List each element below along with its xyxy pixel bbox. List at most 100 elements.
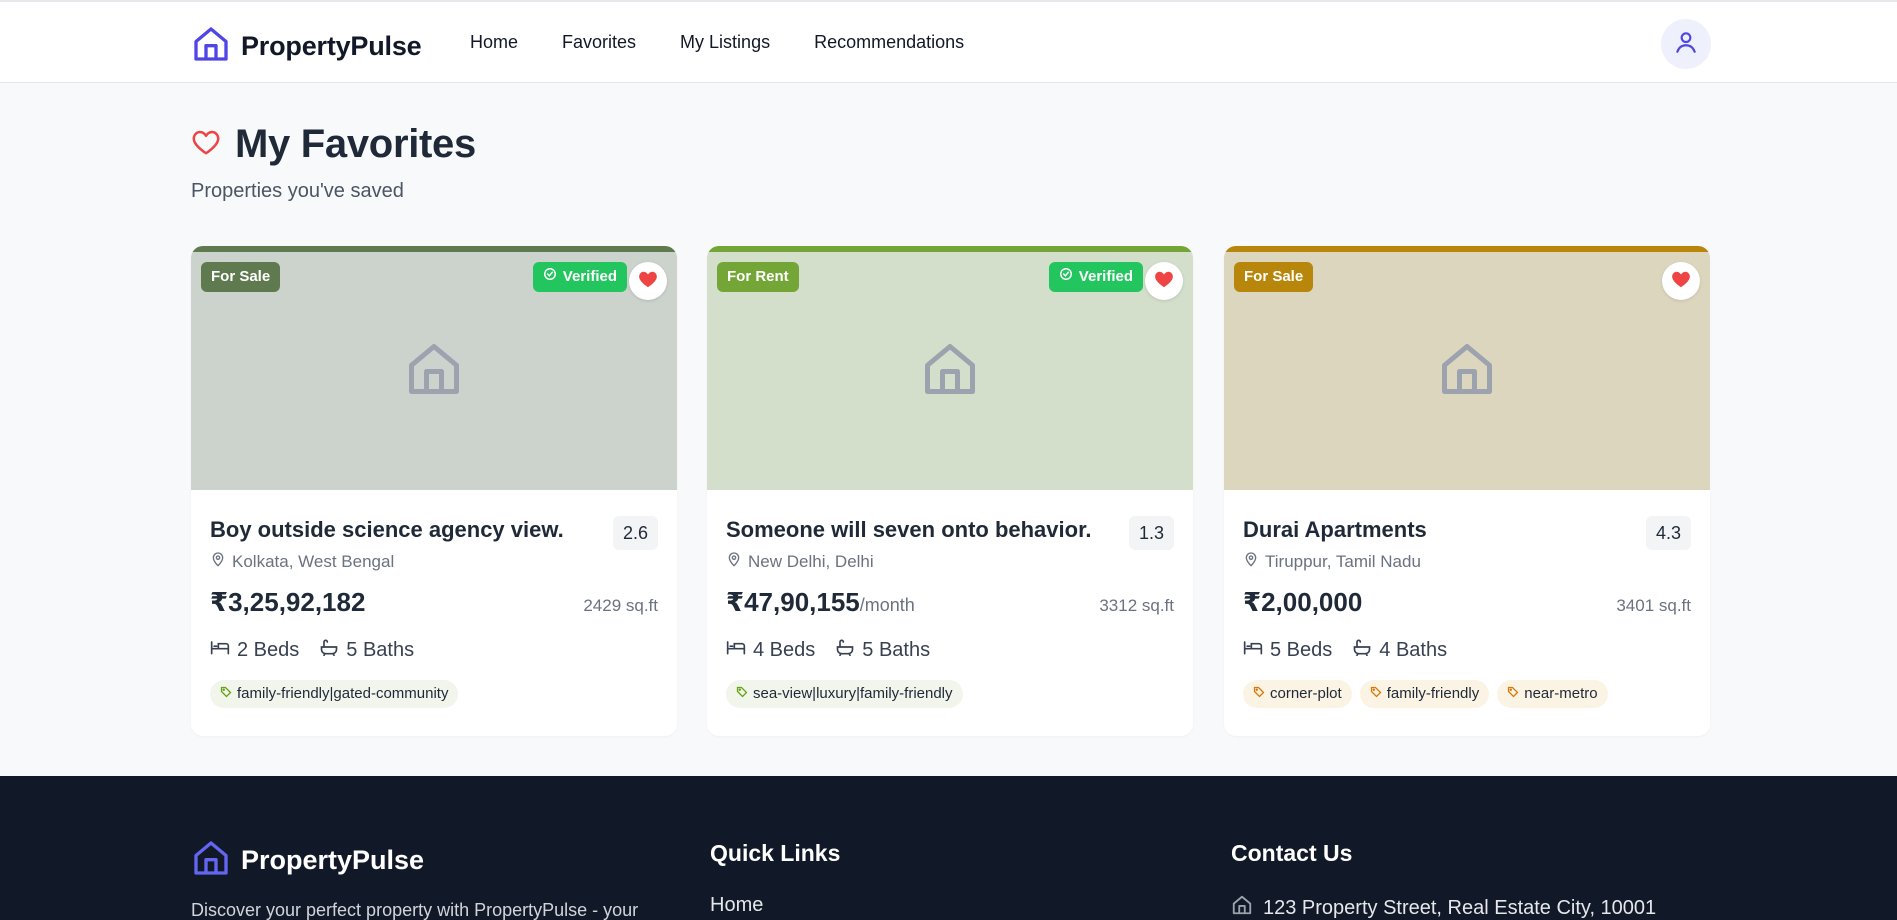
tag-chip[interactable]: corner-plot xyxy=(1243,680,1352,708)
tag-icon xyxy=(220,680,232,708)
map-pin-icon xyxy=(210,551,226,572)
tag-icon xyxy=(1507,680,1519,708)
bed-icon xyxy=(210,638,230,662)
nav-my-listings[interactable]: My Listings xyxy=(680,32,770,53)
baths-text: 5 Baths xyxy=(346,638,415,661)
house-placeholder-icon xyxy=(404,339,464,404)
listing-type-badge: For Sale xyxy=(1234,262,1314,292)
tag-chip[interactable]: sea-view|luxury|family-friendly xyxy=(726,680,963,708)
property-area: 3312 sq.ft xyxy=(1099,596,1174,615)
favorite-button[interactable] xyxy=(1145,262,1183,300)
site-footer: PropertyPulse Discover your perfect prop… xyxy=(0,776,1897,920)
property-area: 2429 sq.ft xyxy=(583,596,658,615)
tag-icon xyxy=(736,680,748,708)
building-icon xyxy=(1231,894,1253,920)
card-body: Someone will seven onto behavior. 1.3 Ne… xyxy=(726,514,1174,708)
price-value: ₹2,00,000 xyxy=(1243,587,1363,617)
house-placeholder-icon xyxy=(920,339,980,404)
page-title: My Favorites xyxy=(235,122,476,166)
card-body: Boy outside science agency view. 2.6 Kol… xyxy=(210,514,658,708)
beds-spec: 4 Beds xyxy=(726,638,815,662)
price-row: ₹2,00,000 3401 sq.ft xyxy=(1243,587,1691,618)
bath-icon xyxy=(319,638,339,662)
property-card[interactable]: For Sale Verified Boy outside science ag… xyxy=(191,246,677,736)
page-subtitle: Properties you've saved xyxy=(191,180,404,202)
location-text: Kolkata, West Bengal xyxy=(232,551,395,571)
rating-badge: 2.6 xyxy=(612,516,658,550)
tag-list: sea-view|luxury|family-friendly xyxy=(726,680,1174,708)
property-title[interactable]: Someone will seven onto behavior. xyxy=(726,514,1174,546)
tag-list: corner-plot family-friendly near-metro xyxy=(1243,680,1691,708)
property-title[interactable]: Durai Apartments xyxy=(1243,514,1691,546)
quick-links-heading: Quick Links xyxy=(710,840,841,866)
heart-filled-icon xyxy=(1153,269,1175,294)
page-header: My Favorites xyxy=(191,122,476,167)
price-value: ₹47,90,155 xyxy=(726,587,860,617)
nav-favorites[interactable]: Favorites xyxy=(562,32,636,53)
baths-spec: 5 Baths xyxy=(835,638,930,662)
property-title[interactable]: Boy outside science agency view. xyxy=(210,514,658,546)
listing-type-badge: For Sale xyxy=(201,262,281,292)
property-price: ₹3,25,92,182 xyxy=(210,587,365,618)
tag-chip[interactable]: near-metro xyxy=(1497,680,1608,708)
house-placeholder-icon xyxy=(1437,339,1497,404)
brand-name: PropertyPulse xyxy=(241,31,422,61)
beds-text: 5 Beds xyxy=(1270,638,1333,661)
tag-list: family-friendly|gated-community xyxy=(210,680,658,708)
property-price: ₹2,00,000 xyxy=(1243,587,1362,618)
property-location: Tiruppur, Tamil Nadu xyxy=(1243,551,1691,572)
property-specs: 2 Beds 5 Baths xyxy=(210,638,658,662)
baths-text: 4 Baths xyxy=(1379,638,1448,661)
property-card[interactable]: For Rent Verified Someone will seven ont… xyxy=(707,246,1193,736)
listing-type-badge: For Rent xyxy=(717,262,799,292)
heart-filled-icon xyxy=(1670,269,1692,294)
tag-chip[interactable]: family-friendly xyxy=(1359,680,1490,708)
location-text: Tiruppur, Tamil Nadu xyxy=(1265,551,1421,571)
tag-label: family-friendly|gated-community xyxy=(237,685,449,702)
beds-spec: 2 Beds xyxy=(210,638,299,662)
user-avatar-button[interactable] xyxy=(1661,19,1711,69)
heart-outline-icon xyxy=(191,128,221,161)
tag-icon xyxy=(1370,680,1382,708)
beds-text: 4 Beds xyxy=(753,638,816,661)
property-card[interactable]: For Sale Durai Apartments 4.3 Tiruppur, … xyxy=(1224,246,1710,736)
brand-logo[interactable]: PropertyPulse xyxy=(191,24,422,69)
verified-label: Verified xyxy=(562,268,617,285)
house-logo-icon xyxy=(191,838,231,883)
address-text: 123 Property Street, Real Estate City, 1… xyxy=(1263,896,1657,919)
tag-label: corner-plot xyxy=(1270,685,1342,702)
bath-icon xyxy=(1352,638,1372,662)
favorite-button[interactable] xyxy=(629,262,667,300)
property-specs: 4 Beds 5 Baths xyxy=(726,638,1174,662)
footer-description: Discover your perfect property with Prop… xyxy=(191,900,639,920)
price-row: ₹47,90,155/month 3312 sq.ft xyxy=(726,587,1174,618)
footer-link-home[interactable]: Home xyxy=(710,894,763,917)
top-navbar: PropertyPulse Home Favorites My Listings… xyxy=(0,0,1897,83)
bath-icon xyxy=(835,638,855,662)
property-price: ₹47,90,155/month xyxy=(726,587,915,618)
rating-badge: 1.3 xyxy=(1128,516,1174,550)
bed-icon xyxy=(726,638,746,662)
check-circle-icon xyxy=(1059,262,1073,292)
footer-brand[interactable]: PropertyPulse xyxy=(191,838,424,883)
tag-icon xyxy=(1253,680,1265,708)
beds-spec: 5 Beds xyxy=(1243,638,1332,662)
tag-chip[interactable]: family-friendly|gated-community xyxy=(210,680,459,708)
verified-badge: Verified xyxy=(1048,262,1143,292)
beds-text: 2 Beds xyxy=(237,638,300,661)
baths-spec: 5 Baths xyxy=(319,638,414,662)
price-period: /month xyxy=(859,595,915,615)
property-specs: 5 Beds 4 Baths xyxy=(1243,638,1691,662)
main-nav: Home Favorites My Listings Recommendatio… xyxy=(470,32,1008,53)
nav-home[interactable]: Home xyxy=(470,32,518,53)
map-pin-icon xyxy=(726,551,742,572)
rating-badge: 4.3 xyxy=(1645,516,1691,550)
check-circle-icon xyxy=(543,262,557,292)
footer-brand-name: PropertyPulse xyxy=(241,845,425,875)
tag-label: family-friendly xyxy=(1386,685,1480,702)
property-area: 3401 sq.ft xyxy=(1616,596,1691,615)
location-text: New Delhi, Delhi xyxy=(748,551,874,571)
contact-heading: Contact Us xyxy=(1231,840,1353,866)
favorite-button[interactable] xyxy=(1662,262,1700,300)
nav-recommendations[interactable]: Recommendations xyxy=(814,32,964,53)
